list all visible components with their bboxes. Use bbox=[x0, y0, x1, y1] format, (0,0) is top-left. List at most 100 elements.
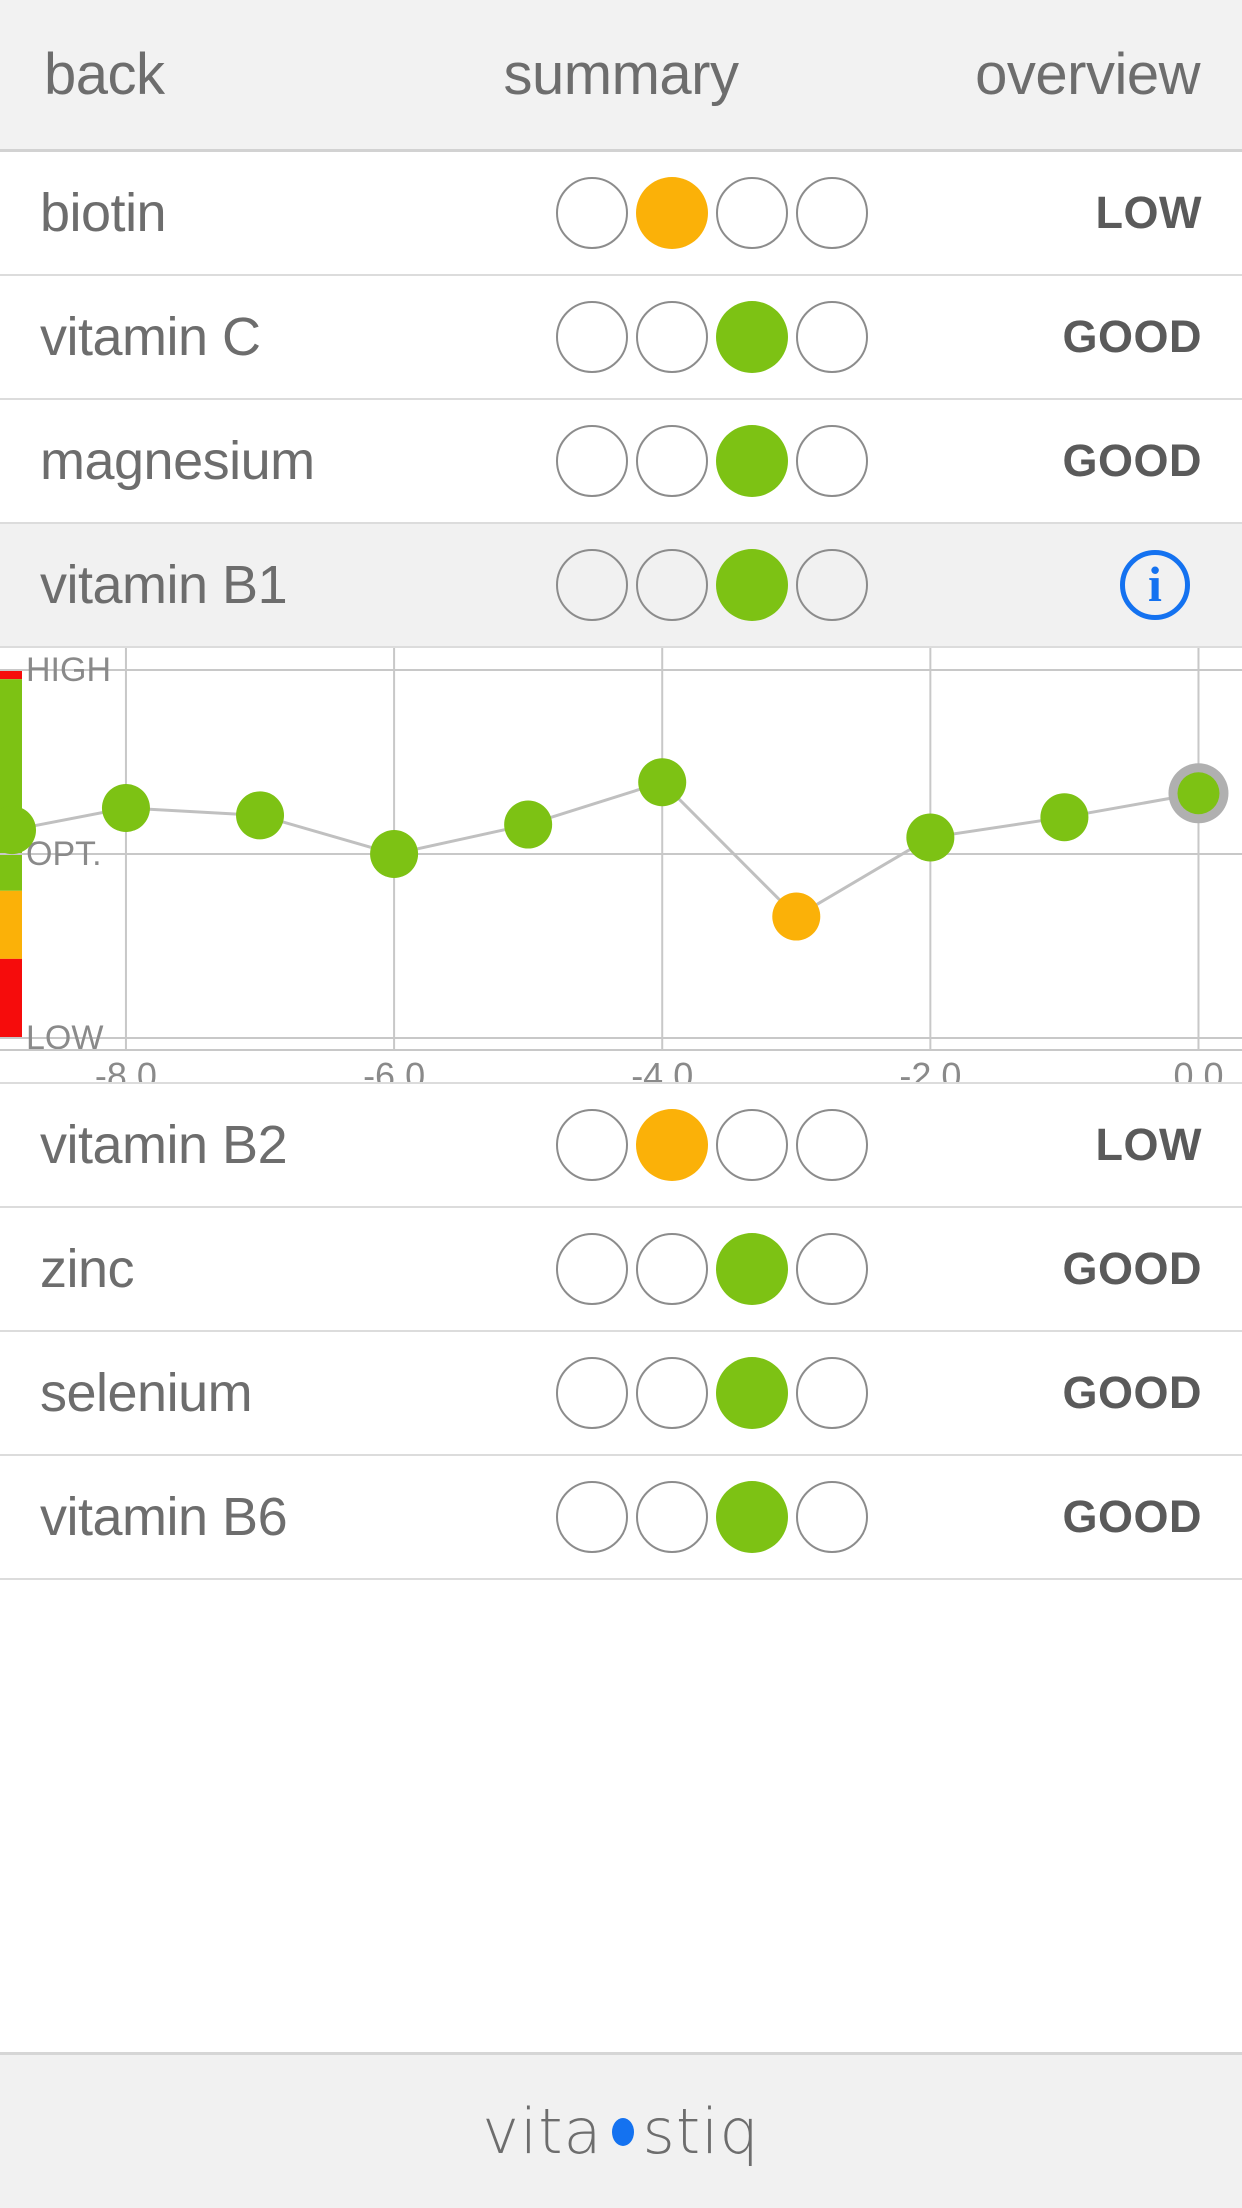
level-dot-2 bbox=[636, 177, 708, 249]
x-tick-label: 0.0 bbox=[1173, 1055, 1223, 1084]
status-band-low-out bbox=[0, 958, 22, 1038]
status-band-high-out bbox=[0, 670, 22, 680]
data-point[interactable] bbox=[101, 784, 150, 832]
app-footer: vita stiq bbox=[0, 2052, 1242, 2208]
level-dot-1 bbox=[556, 1357, 628, 1429]
nutrient-row[interactable]: vitamin B1 i bbox=[0, 524, 1242, 648]
level-indicator bbox=[556, 177, 876, 249]
back-button[interactable]: back bbox=[44, 41, 165, 108]
status-band-good bbox=[0, 679, 22, 891]
level-indicator bbox=[556, 1233, 876, 1305]
level-indicator bbox=[556, 301, 876, 373]
level-dot-3 bbox=[716, 1109, 788, 1181]
nutrient-name: zinc bbox=[40, 1239, 135, 1299]
nutrient-name: vitamin B6 bbox=[40, 1487, 288, 1547]
y-tick-label: LOW bbox=[26, 1019, 103, 1057]
nutrient-name: vitamin B2 bbox=[40, 1115, 288, 1175]
logo-text-left: vita bbox=[482, 2095, 603, 2168]
history-chart[interactable]: HIGH OPT. LOW -8.0 -6.0 -4.0 -2.0 0.0 bbox=[0, 648, 1242, 1084]
status-badge: GOOD bbox=[1062, 311, 1202, 362]
data-point[interactable] bbox=[370, 830, 419, 878]
chart-canvas: HIGH OPT. LOW-8.0 -6.0 -4.0 -2.0 0.0 bbox=[0, 648, 1242, 1084]
level-indicator bbox=[556, 1109, 876, 1181]
level-dot-3 bbox=[716, 177, 788, 249]
y-tick-label: HIGH bbox=[26, 651, 111, 689]
level-dot-2 bbox=[636, 1233, 708, 1305]
level-dot-1 bbox=[556, 177, 628, 249]
data-point[interactable] bbox=[504, 800, 553, 849]
level-dot-1 bbox=[556, 549, 628, 621]
level-dot-2 bbox=[636, 1357, 708, 1429]
nutrient-row[interactable]: vitamin B6 GOOD bbox=[0, 1456, 1242, 1580]
level-dot-4 bbox=[796, 549, 868, 621]
level-dot-4 bbox=[796, 177, 868, 249]
level-dot-4 bbox=[796, 1109, 868, 1181]
nutrient-name: selenium bbox=[40, 1363, 253, 1423]
nutrient-name: magnesium bbox=[40, 431, 315, 491]
nutrient-name: vitamin C bbox=[40, 307, 261, 367]
level-indicator bbox=[556, 1357, 876, 1429]
level-dot-3 bbox=[716, 1233, 788, 1305]
status-badge: GOOD bbox=[1062, 1491, 1202, 1542]
level-indicator bbox=[556, 549, 876, 621]
level-dot-2 bbox=[636, 549, 708, 621]
info-icon[interactable]: i bbox=[1120, 550, 1190, 620]
x-tick-label: -8.0 bbox=[95, 1055, 157, 1084]
summary-screen: back summary overview biotin LOW vitamin C… bbox=[0, 0, 1242, 2208]
nutrient-row[interactable]: vitamin B2 LOW bbox=[0, 1084, 1242, 1208]
data-point[interactable] bbox=[236, 791, 285, 840]
logo-text-right: stiq bbox=[642, 2095, 760, 2168]
level-indicator bbox=[556, 1481, 876, 1553]
y-tick-label: OPT. bbox=[26, 835, 102, 873]
level-indicator bbox=[556, 425, 876, 497]
nutrient-row[interactable]: biotin LOW bbox=[0, 152, 1242, 276]
chart-line bbox=[11, 780, 1199, 919]
status-badge: GOOD bbox=[1062, 1243, 1202, 1294]
nutrient-list[interactable]: biotin LOW vitamin C GOOD magnesium GOOD vitam… bbox=[0, 152, 1242, 2052]
level-dot-4 bbox=[796, 1357, 868, 1429]
data-point[interactable] bbox=[772, 892, 821, 941]
nutrient-name: biotin bbox=[40, 183, 167, 243]
level-dot-2 bbox=[636, 1109, 708, 1181]
status-badge: GOOD bbox=[1062, 435, 1202, 486]
level-dot-4 bbox=[796, 425, 868, 497]
level-dot-1 bbox=[556, 1233, 628, 1305]
logo-dot-icon bbox=[611, 2117, 634, 2146]
data-point[interactable] bbox=[906, 813, 955, 862]
level-dot-4 bbox=[796, 301, 868, 373]
x-tick-label: -2.0 bbox=[899, 1055, 961, 1084]
nutrient-row[interactable]: selenium GOOD bbox=[0, 1332, 1242, 1456]
level-dot-2 bbox=[636, 425, 708, 497]
nutrient-row[interactable]: vitamin C GOOD bbox=[0, 276, 1242, 400]
level-dot-3 bbox=[716, 549, 788, 621]
overview-button[interactable]: overview bbox=[975, 41, 1200, 108]
level-dot-3 bbox=[716, 1481, 788, 1553]
data-point[interactable] bbox=[1177, 772, 1220, 815]
page-title: summary bbox=[503, 42, 739, 107]
level-dot-3 bbox=[716, 425, 788, 497]
level-dot-2 bbox=[636, 301, 708, 373]
level-dot-4 bbox=[796, 1481, 868, 1553]
data-point[interactable] bbox=[638, 758, 687, 807]
vitastiq-logo: vita stiq bbox=[482, 2095, 759, 2168]
nutrient-row[interactable]: magnesium GOOD bbox=[0, 400, 1242, 524]
nutrient-row[interactable]: zinc GOOD bbox=[0, 1208, 1242, 1332]
x-tick-label: -4.0 bbox=[631, 1055, 693, 1084]
level-dot-4 bbox=[796, 1233, 868, 1305]
level-dot-1 bbox=[556, 425, 628, 497]
status-badge: GOOD bbox=[1062, 1367, 1202, 1418]
level-dot-1 bbox=[556, 301, 628, 373]
level-dot-3 bbox=[716, 301, 788, 373]
status-badge: LOW bbox=[1095, 1119, 1202, 1170]
level-dot-1 bbox=[556, 1109, 628, 1181]
nutrient-name: vitamin B1 bbox=[40, 555, 288, 615]
info-icon-glyph: i bbox=[1148, 556, 1162, 612]
status-badge: LOW bbox=[1095, 187, 1202, 238]
level-dot-3 bbox=[716, 1357, 788, 1429]
data-point[interactable] bbox=[1040, 793, 1089, 842]
app-header: back summary overview bbox=[0, 0, 1242, 152]
status-band-low bbox=[0, 890, 22, 959]
level-dot-1 bbox=[556, 1481, 628, 1553]
x-tick-label: -6.0 bbox=[363, 1055, 425, 1084]
level-dot-2 bbox=[636, 1481, 708, 1553]
